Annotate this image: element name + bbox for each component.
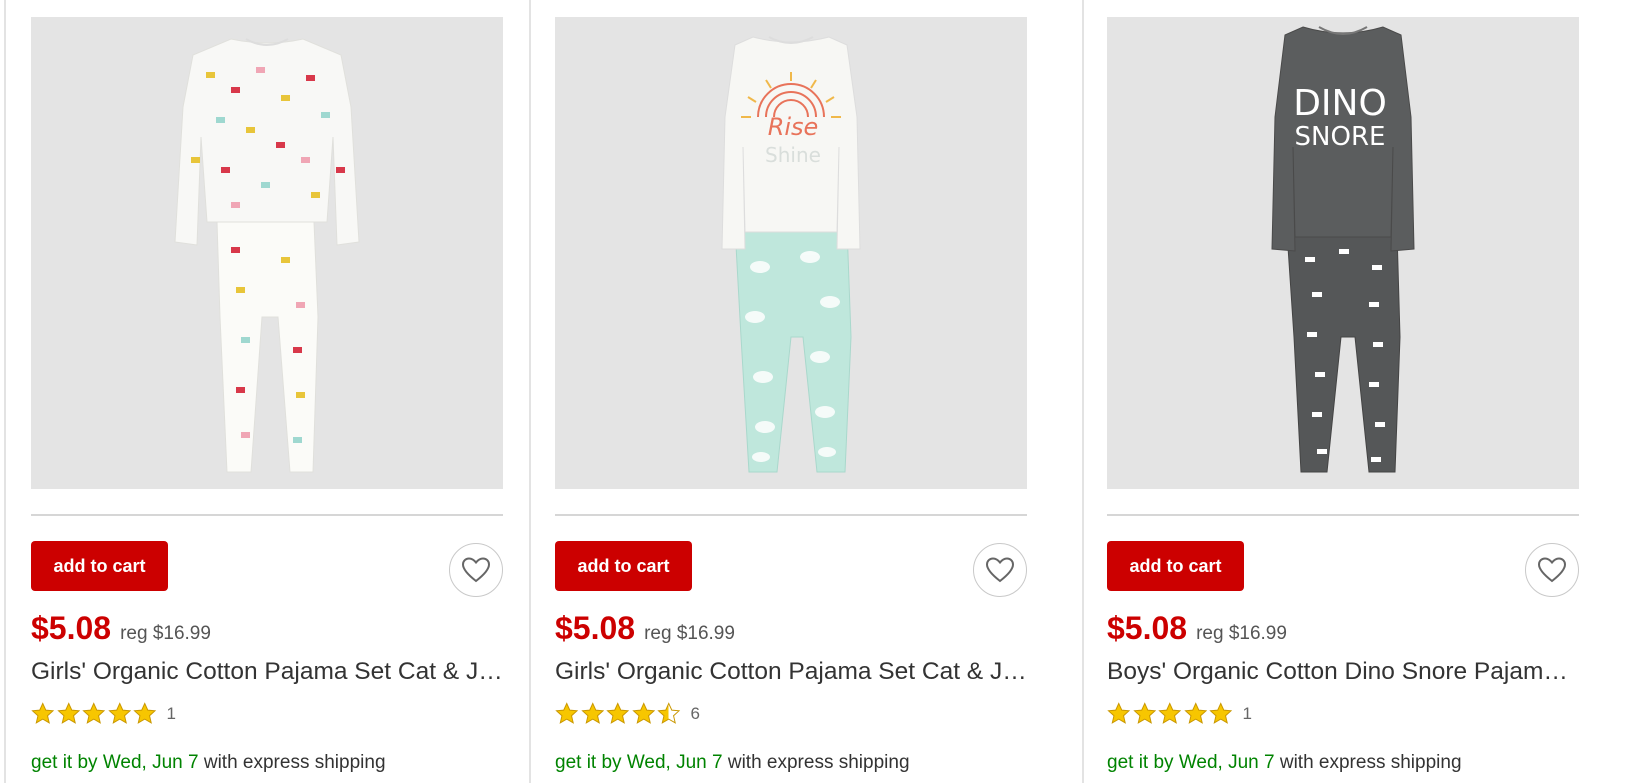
star-full-icon [606, 702, 630, 724]
product-card: add to cart $5.08 reg $16.99 Girls' Orga… [31, 0, 503, 783]
card-separator [31, 514, 503, 516]
star-full-icon [1183, 702, 1207, 724]
product-image[interactable]: DINO SNORE [1107, 17, 1579, 489]
price-row: $5.08 reg $16.99 [1107, 610, 1287, 647]
pajama-white-deer-print-image [174, 38, 360, 473]
rating-row: 1 [1107, 702, 1252, 726]
star-full-icon [631, 702, 655, 724]
add-to-cart-button[interactable]: add to cart [555, 541, 692, 591]
regular-price: reg $16.99 [120, 623, 211, 644]
shirt-text-dino: DINO [1293, 83, 1387, 124]
sale-price: $5.08 [555, 610, 636, 646]
heart-outline-icon [1537, 557, 1567, 583]
regular-price: reg $16.99 [1196, 623, 1287, 644]
star-full-icon [555, 702, 579, 724]
regular-price: reg $16.99 [644, 623, 735, 644]
add-to-cart-button[interactable]: add to cart [31, 541, 168, 591]
price-row: $5.08 reg $16.99 [555, 610, 735, 647]
star-rating [31, 702, 157, 726]
column-divider [1082, 0, 1084, 783]
star-full-icon [580, 702, 604, 724]
delivery-date: get it by Wed, Jun 7 [1107, 752, 1275, 773]
star-half-icon [657, 702, 681, 724]
review-count: 1 [1242, 703, 1252, 723]
star-rating [555, 702, 681, 726]
star-full-icon [133, 702, 157, 724]
product-card: DINO SNORE add to cart $5.08 reg $16.99 … [1107, 0, 1579, 783]
heart-outline-icon [461, 557, 491, 583]
svg-text:Shine: Shine [765, 143, 821, 167]
review-count: 6 [690, 703, 700, 723]
product-title[interactable]: Girls' Organic Cotton Pajama Set Cat & J… [555, 658, 1027, 686]
favorite-button[interactable] [449, 543, 503, 597]
delivery-date: get it by Wed, Jun 7 [31, 752, 199, 773]
column-divider [529, 0, 531, 783]
shipping-method: with express shipping [198, 752, 386, 773]
product-title[interactable]: Boys' Organic Cotton Dino Snore Pajama S… [1107, 658, 1579, 686]
favorite-button[interactable] [1525, 543, 1579, 597]
svg-text:Rise: Rise [768, 113, 819, 141]
shipping-info: get it by Wed, Jun 7 with express shippi… [1107, 752, 1462, 774]
star-full-icon [82, 702, 106, 724]
product-image[interactable] [31, 17, 503, 489]
star-full-icon [56, 702, 80, 724]
shipping-method: with express shipping [1274, 752, 1462, 773]
product-title[interactable]: Girls' Organic Cotton Pajama Set Cat & J… [31, 658, 503, 686]
product-image[interactable]: Rise Shine [555, 17, 1027, 489]
sale-price: $5.08 [31, 610, 112, 646]
add-to-cart-button[interactable]: add to cart [1107, 541, 1244, 591]
card-separator [555, 514, 1027, 516]
star-full-icon [1158, 702, 1182, 724]
pajama-rise-and-shine-mint-clouds-image: Rise Shine [721, 36, 861, 473]
shipping-method: with express shipping [722, 752, 910, 773]
star-full-icon [1107, 702, 1131, 724]
star-full-icon [31, 702, 55, 724]
heart-outline-icon [985, 557, 1015, 583]
price-row: $5.08 reg $16.99 [31, 610, 211, 647]
delivery-date: get it by Wed, Jun 7 [555, 752, 723, 773]
rating-row: 6 [555, 702, 700, 726]
pajama-dino-snore-gray-image: DINO SNORE [1271, 26, 1415, 473]
shipping-info: get it by Wed, Jun 7 with express shippi… [555, 752, 910, 774]
favorite-button[interactable] [973, 543, 1027, 597]
shipping-info: get it by Wed, Jun 7 with express shippi… [31, 752, 386, 774]
review-count: 1 [166, 703, 176, 723]
shirt-text-snore: SNORE [1295, 122, 1386, 152]
star-rating [1107, 702, 1233, 726]
product-grid: add to cart $5.08 reg $16.99 Girls' Orga… [0, 0, 1644, 783]
star-full-icon [107, 702, 131, 724]
sale-price: $5.08 [1107, 610, 1188, 646]
column-divider [4, 0, 6, 783]
card-separator [1107, 514, 1579, 516]
rating-row: 1 [31, 702, 176, 726]
star-full-icon [1132, 702, 1156, 724]
star-full-icon [1209, 702, 1233, 724]
product-card: Rise Shine add to cart $5.08 reg $16.99 … [555, 0, 1027, 783]
